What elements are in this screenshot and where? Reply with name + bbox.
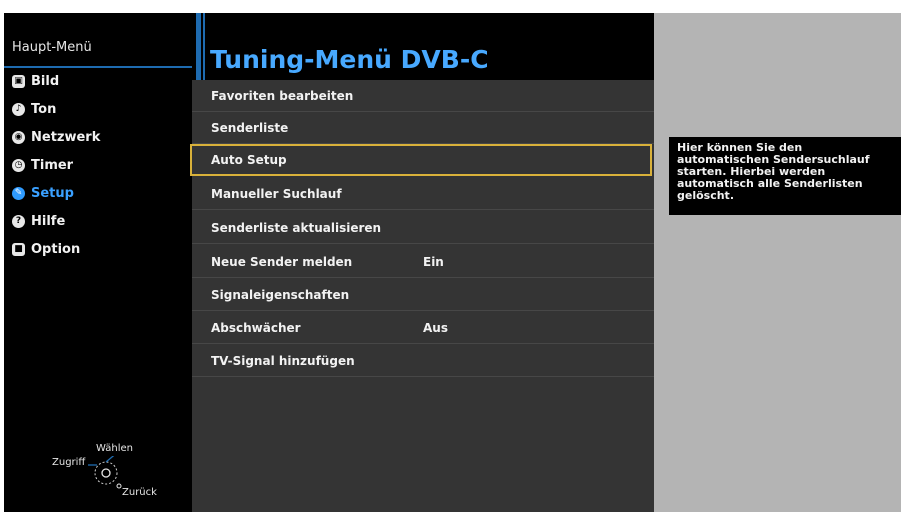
sidebar-item-label: Ton [31, 101, 57, 117]
sidebar-item-label: Bild [31, 73, 60, 89]
menu-row-senderliste[interactable]: Senderliste [192, 112, 654, 144]
sidebar-item-bild[interactable]: ▣ Bild [12, 71, 59, 91]
menu-row-senderliste-aktualisieren[interactable]: Senderliste aktualisieren [192, 212, 654, 244]
menu-row-value: Ein [423, 254, 444, 269]
sidebar-title: Haupt-Menü [12, 40, 92, 55]
dpad-icon [88, 456, 122, 489]
picture-icon: ▣ [12, 74, 25, 88]
sidebar-item-option[interactable]: ■ Option [12, 239, 80, 259]
sidebar-title-underline [4, 66, 192, 68]
menu-row-favoriten-bearbeiten[interactable]: Favoriten bearbeiten [192, 80, 654, 112]
menu-row-label: Favoriten bearbeiten [211, 88, 354, 103]
wrench-icon: ✎ [12, 186, 25, 200]
sidebar-item-label: Setup [31, 185, 74, 201]
menu-row-label: TV-Signal hinzufügen [211, 353, 355, 368]
speaker-icon: ♪ [12, 102, 25, 116]
menu-row-label: Senderliste aktualisieren [211, 220, 382, 235]
sidebar-item-label: Netzwerk [31, 129, 101, 145]
info-panel [654, 13, 901, 512]
sidebar-item-ton[interactable]: ♪ Ton [12, 99, 56, 119]
menu-row-label: Senderliste [211, 120, 289, 135]
sidebar-item-timer[interactable]: ◷ Timer [12, 155, 73, 175]
menu-row-label: Abschwächer [211, 320, 301, 335]
sidebar-item-label: Hilfe [31, 213, 66, 229]
nav-access-label: Zugriff [52, 457, 86, 468]
menu-row-label: Signaleigenschaften [211, 287, 350, 302]
tuning-menu-panel: Tuning-Menü DVB-C Favoriten bearbeiten S… [190, 13, 654, 512]
menu-row-neue-sender-melden[interactable]: Neue Sender melden Ein [192, 246, 654, 278]
menu-row-auto-setup[interactable]: Auto Setup [190, 144, 652, 176]
title-accent-line [203, 13, 205, 80]
menu-row-signaleigenschaften[interactable]: Signaleigenschaften [192, 279, 654, 311]
clock-icon: ◷ [12, 158, 25, 172]
main-menu-sidebar: Haupt-Menü ▣ Bild ♪ Ton ◉ Netzwerk ◷ Tim… [4, 13, 192, 512]
remote-navigation-legend: Wählen Zugriff Zurück [34, 438, 184, 508]
title-bar: Tuning-Menü DVB-C [192, 13, 654, 80]
menu-row-manueller-suchlauf[interactable]: Manueller Suchlauf [192, 178, 654, 210]
help-text-box: Hier können Sie den automatischen Sender… [669, 137, 901, 215]
sidebar-item-setup[interactable]: ✎ Setup [12, 183, 74, 203]
menu-row-abschwaecher[interactable]: Abschwächer Aus [192, 312, 654, 344]
page-title: Tuning-Menü DVB-C [210, 45, 489, 74]
help-icon: ? [12, 214, 25, 228]
sidebar-item-label: Option [31, 241, 81, 257]
sidebar-item-netzwerk[interactable]: ◉ Netzwerk [12, 127, 100, 147]
nav-select-label: Wählen [96, 443, 133, 454]
sidebar-item-hilfe[interactable]: ? Hilfe [12, 211, 65, 231]
menu-row-label: Manueller Suchlauf [211, 186, 342, 201]
menu-row-label: Neue Sender melden [211, 254, 353, 269]
menu-row-label: Auto Setup [211, 153, 287, 167]
sidebar-item-label: Timer [31, 157, 74, 173]
menu-row-value: Aus [423, 320, 448, 335]
menu-row-tv-signal-hinzufuegen[interactable]: TV-Signal hinzufügen [192, 345, 654, 377]
title-accent-bar [196, 13, 201, 80]
network-icon: ◉ [12, 130, 25, 144]
option-icon: ■ [12, 242, 25, 256]
nav-back-label: Zurück [122, 487, 157, 498]
